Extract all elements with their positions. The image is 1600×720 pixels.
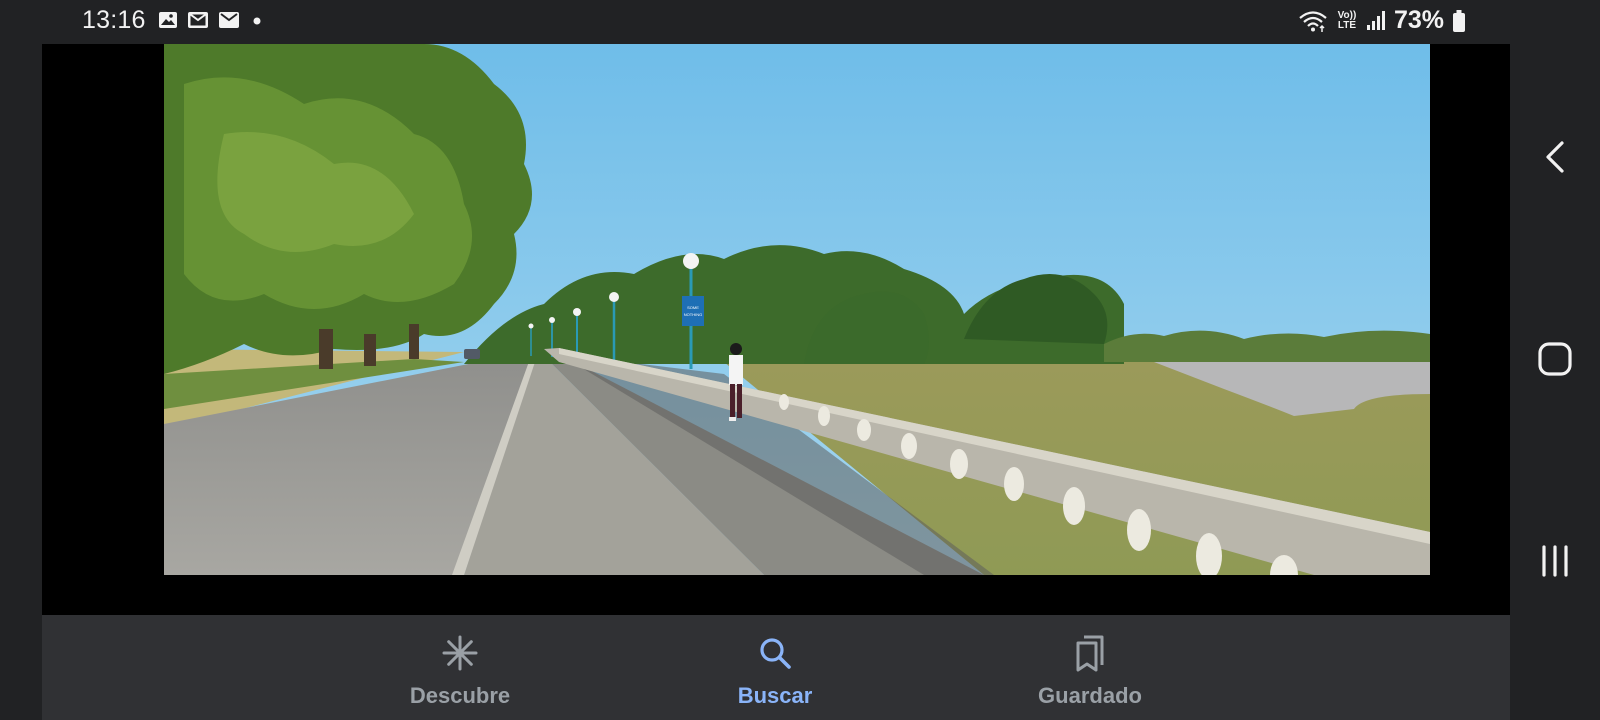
home-button[interactable] [1530, 334, 1580, 384]
status-bar: 13:16 Vo)) LTE 73% [0, 0, 1510, 44]
screen: 13:16 Vo)) LTE 73% SOME NOTHING Descubre… [0, 0, 1600, 720]
image-viewer: SOME NOTHING [42, 44, 1510, 615]
gallery-notification-icon [159, 12, 177, 28]
volte-label: Vo)) [1337, 9, 1357, 21]
nav-descubre-label: Descubre [409, 683, 511, 708]
bookmarks-icon [1076, 635, 1104, 672]
nav-descubre[interactable]: Descubre [380, 633, 540, 715]
status-time: 13:16 [82, 6, 146, 34]
volte-indicator: Vo)) LTE [1336, 9, 1358, 31]
sign-text-2: NOTHING [684, 312, 702, 317]
asterisk-icon [442, 635, 478, 671]
sign-text-1: SOME [687, 305, 699, 310]
nav-buscar[interactable]: Buscar [695, 633, 855, 715]
home-square-icon [1538, 342, 1572, 376]
notification-icons [158, 10, 265, 30]
battery-percentage: 73% [1393, 6, 1444, 34]
battery-icon [1453, 9, 1465, 32]
riverside-promenade-photo: SOME NOTHING [164, 44, 1430, 575]
nav-guardado[interactable]: Guardado [1010, 633, 1170, 715]
more-notifications-dot-icon [253, 17, 261, 25]
mail-notification-icon [219, 12, 239, 28]
bottom-navigation: Descubre Buscar Guardado [42, 615, 1510, 720]
search-icon [760, 638, 791, 669]
nav-buscar-label: Buscar [737, 683, 813, 708]
recent-apps-button[interactable] [1530, 536, 1580, 586]
back-chevron-icon [1546, 141, 1564, 173]
mail-outline-notification-icon [188, 12, 208, 28]
lte-label: LTE [1337, 19, 1357, 31]
system-navigation [1510, 0, 1600, 720]
status-right: Vo)) LTE 73% [1298, 6, 1466, 35]
recent-apps-icon [1542, 545, 1568, 577]
signal-icon [1366, 10, 1385, 30]
nav-guardado-label: Guardado [1038, 683, 1142, 708]
result-photo[interactable]: SOME NOTHING [164, 44, 1430, 575]
wifi-icon [1299, 10, 1327, 32]
back-button[interactable] [1530, 132, 1580, 182]
